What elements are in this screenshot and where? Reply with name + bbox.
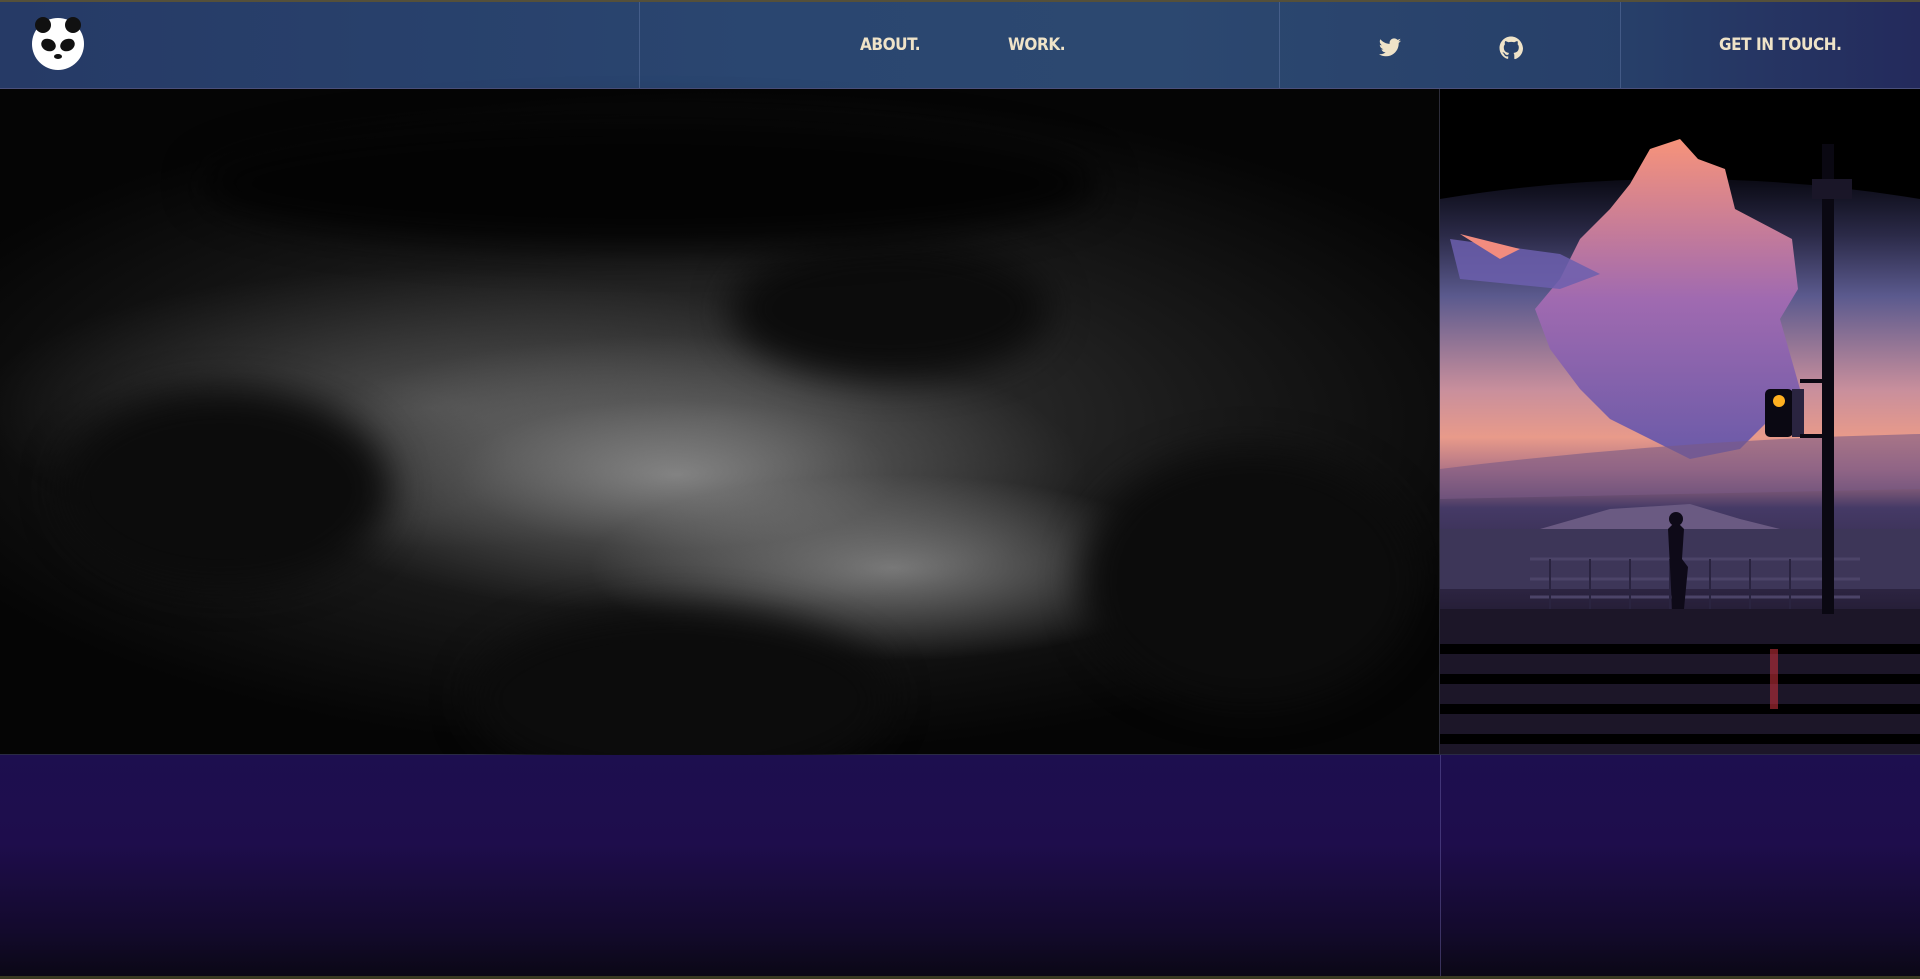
main-nav: ABOUT. WORK. [640, 2, 1280, 88]
dark-cloud [1080, 449, 1420, 709]
panda-ear-left [35, 17, 51, 33]
nav-link-work[interactable]: WORK. [1008, 35, 1066, 55]
pier-sunset-illustration [1440, 89, 1920, 755]
panda-nose [54, 54, 62, 59]
logo-section [0, 2, 640, 88]
social-links [1280, 2, 1621, 88]
panda-eye-right [58, 36, 77, 54]
cta-section: GET IN TOUCH. [1621, 2, 1920, 88]
site-header: ABOUT. WORK. GET IN TOUCH. [0, 0, 1920, 89]
dark-cloud [200, 119, 1100, 249]
github-icon[interactable] [1499, 36, 1523, 60]
panda-eye-left [39, 36, 58, 54]
nav-link-about[interactable]: ABOUT. [860, 35, 921, 55]
get-in-touch-link[interactable]: GET IN TOUCH. [1719, 35, 1842, 55]
dark-cloud [60, 389, 390, 589]
section-divider [1440, 755, 1441, 976]
panda-logo-icon[interactable] [32, 17, 84, 70]
footer-band [0, 755, 1920, 979]
hero-sky-image [0, 89, 1440, 789]
dark-cloud [730, 239, 1050, 379]
panda-ear-right [65, 17, 81, 33]
twitter-icon[interactable] [1378, 36, 1402, 60]
